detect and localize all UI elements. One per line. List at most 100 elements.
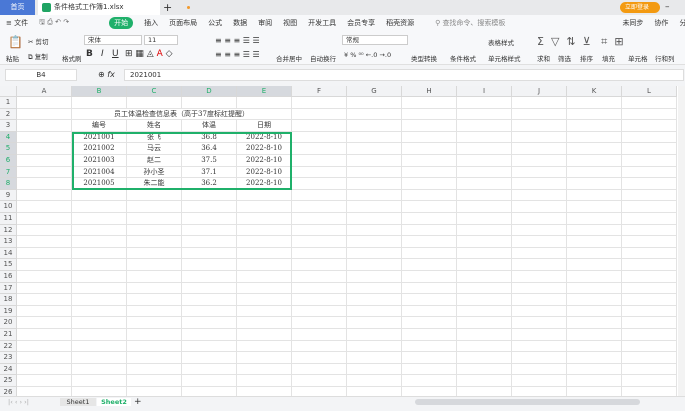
row-header-12[interactable]: 12 [0,224,17,237]
cell[interactable] [512,387,567,396]
cell[interactable] [512,329,567,341]
number-format-icons[interactable]: ¥ % ⁰⁰ ←.0 →.0 [344,51,391,59]
cell[interactable] [512,143,567,155]
cell[interactable] [402,97,457,109]
cell[interactable] [567,155,622,167]
cell[interactable] [567,189,622,202]
cell[interactable] [292,352,347,364]
menu-0[interactable]: 开始 [109,17,134,29]
row-header-17[interactable]: 17 [0,282,17,295]
cell[interactable] [182,259,237,271]
cell[interactable] [127,213,182,225]
table-cell[interactable]: 2022-8-10 [237,166,292,179]
cell[interactable] [72,387,127,396]
cell[interactable] [622,387,677,396]
cell[interactable] [512,259,567,271]
cell[interactable] [347,131,402,144]
cell[interactable] [622,108,677,121]
cell[interactable] [402,201,457,213]
table-cell[interactable]: 2021002 [72,143,127,155]
cell[interactable] [567,387,622,396]
cell[interactable] [237,247,292,260]
cell[interactable] [17,143,72,155]
table-cell[interactable]: 马云 [127,143,182,155]
cell[interactable] [127,97,182,109]
copy-button[interactable]: ⧉ 复制 [28,51,48,62]
cell[interactable] [622,282,677,295]
cell[interactable] [512,317,567,329]
cell[interactable] [567,259,622,271]
cell[interactable] [347,340,402,353]
add-sheet-button[interactable]: + [134,397,142,407]
cell[interactable] [72,259,127,271]
cut-button[interactable]: ✂ 剪切 [28,36,49,46]
cell[interactable] [292,189,347,202]
cell[interactable] [292,271,347,283]
login-button[interactable]: 立即登录 [620,2,660,13]
row-header-19[interactable]: 19 [0,305,17,318]
cell[interactable] [402,352,457,364]
cell[interactable] [292,131,347,144]
row-header-11[interactable]: 11 [0,213,17,225]
cell[interactable] [292,340,347,353]
cell[interactable] [182,271,237,283]
column-header-L[interactable]: L [622,86,677,97]
table-cell[interactable]: 2021004 [72,166,127,179]
cell[interactable] [347,120,402,132]
row-header-13[interactable]: 13 [0,236,17,248]
column-header-J[interactable]: J [512,86,567,97]
wrap-button[interactable]: 自动换行 [310,53,336,63]
cell[interactable] [72,317,127,329]
row-header-24[interactable]: 24 [0,363,17,376]
column-header-I[interactable]: I [457,86,512,97]
cell[interactable] [17,282,72,295]
cell-style-button[interactable]: 单元格样式 [488,53,521,63]
cell[interactable] [567,363,622,376]
cell[interactable] [567,213,622,225]
cell[interactable] [292,120,347,132]
cell[interactable] [292,387,347,396]
row-header-23[interactable]: 23 [0,352,17,364]
cell[interactable] [567,317,622,329]
cell[interactable] [622,317,677,329]
menu-1[interactable]: 插入 [144,18,158,28]
column-header-G[interactable]: G [347,86,402,97]
row-header-10[interactable]: 10 [0,201,17,213]
cell[interactable] [292,201,347,213]
cell[interactable] [237,201,292,213]
cell[interactable] [402,329,457,341]
cell[interactable] [457,282,512,295]
cell[interactable] [17,155,72,167]
cell[interactable] [127,352,182,364]
cell[interactable] [292,329,347,341]
cell[interactable] [127,387,182,396]
cell[interactable] [127,259,182,271]
halign-icons[interactable]: ≡ ≡ ≡ ☰ ☰ [215,50,260,59]
cell[interactable] [402,213,457,225]
formula-input[interactable]: 2021001 [124,69,684,81]
cell[interactable] [512,224,567,237]
cell[interactable] [512,340,567,353]
horizontal-scrollbar[interactable] [415,399,640,405]
cell[interactable] [567,375,622,387]
cell[interactable] [237,189,292,202]
cell[interactable] [457,352,512,364]
cell[interactable] [237,282,292,295]
row-header-14[interactable]: 14 [0,247,17,260]
cell[interactable] [292,155,347,167]
cell[interactable] [347,305,402,318]
cell[interactable] [402,387,457,396]
cell[interactable] [72,247,127,260]
cell[interactable] [457,155,512,167]
row-header-25[interactable]: 25 [0,375,17,387]
cell[interactable] [457,224,512,237]
cell[interactable] [127,317,182,329]
table-cell[interactable]: 姓名 [127,120,182,132]
column-header-D[interactable]: D [182,86,237,97]
cell[interactable] [237,213,292,225]
cell[interactable] [567,178,622,190]
cell[interactable] [292,224,347,237]
cell[interactable] [622,213,677,225]
cell[interactable] [237,271,292,283]
menu-9[interactable]: 稻壳资源 [386,18,414,28]
